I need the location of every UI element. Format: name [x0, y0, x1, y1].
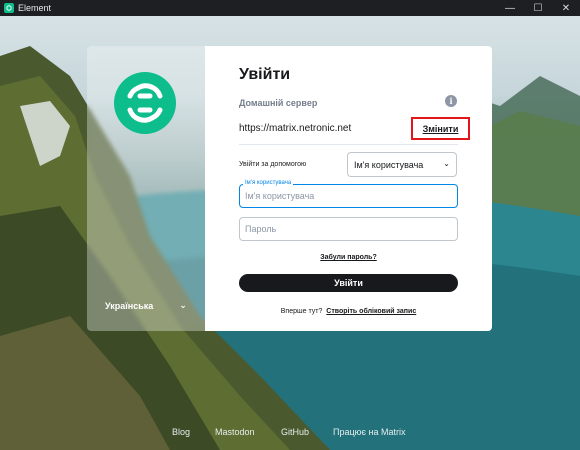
- close-window-button[interactable]: ✕: [552, 0, 580, 16]
- minimize-button[interactable]: —: [496, 0, 524, 16]
- login-form: Увійти Домашній сервер i https://matrix.…: [205, 46, 492, 331]
- password-input[interactable]: Пароль: [239, 217, 458, 241]
- username-floating-label: Ім'я користувача: [243, 180, 294, 186]
- footer-link-matrix[interactable]: Працює на Matrix: [333, 427, 405, 437]
- element-app-icon: [4, 3, 14, 13]
- footer-link-github[interactable]: GitHub: [281, 427, 309, 437]
- language-selector[interactable]: Українська ⌄: [105, 300, 187, 311]
- change-homeserver-link[interactable]: Змінити: [411, 117, 470, 140]
- forgot-password-link[interactable]: Забули пароль?: [205, 254, 492, 261]
- branding-panel: Українська ⌄: [87, 46, 205, 331]
- element-logo: [114, 72, 176, 134]
- language-label: Українська: [105, 300, 154, 311]
- login-with-label: Увійти за допомогою: [239, 161, 307, 168]
- window-title: Element: [18, 3, 52, 13]
- footer-link-blog[interactable]: Blog: [172, 427, 190, 437]
- info-icon[interactable]: i: [445, 95, 457, 107]
- new-here-text: Вперше тут? Створіть обліковий запис: [205, 308, 492, 315]
- login-method-select[interactable]: Ім'я користувача ⌄: [347, 152, 457, 177]
- homeserver-label: Домашній сервер: [239, 98, 318, 108]
- page-title: Увійти: [239, 66, 291, 83]
- chevron-down-icon: ⌄: [179, 300, 187, 310]
- create-account-link[interactable]: Створіть обліковий запис: [326, 308, 416, 315]
- homeserver-url: https://matrix.netronic.net: [239, 123, 352, 134]
- username-input[interactable]: Ім'я користувача: [239, 184, 458, 208]
- password-placeholder: Пароль: [245, 224, 277, 234]
- login-method-value: Ім'я користувача: [354, 159, 424, 170]
- window-controls: — ☐ ✕: [496, 0, 580, 16]
- login-dialog: Українська ⌄ Увійти Домашній сервер i ht…: [87, 46, 492, 331]
- title-bar: Element — ☐ ✕: [0, 0, 580, 16]
- maximize-button[interactable]: ☐: [524, 0, 552, 16]
- divider: [239, 144, 458, 145]
- username-placeholder: Ім'я користувача: [245, 191, 315, 201]
- footer-link-mastodon[interactable]: Mastodon: [215, 427, 255, 437]
- sign-in-button[interactable]: Увійти: [239, 274, 458, 292]
- chevron-down-icon: ⌄: [443, 159, 450, 168]
- new-here-label: Вперше тут?: [280, 308, 323, 315]
